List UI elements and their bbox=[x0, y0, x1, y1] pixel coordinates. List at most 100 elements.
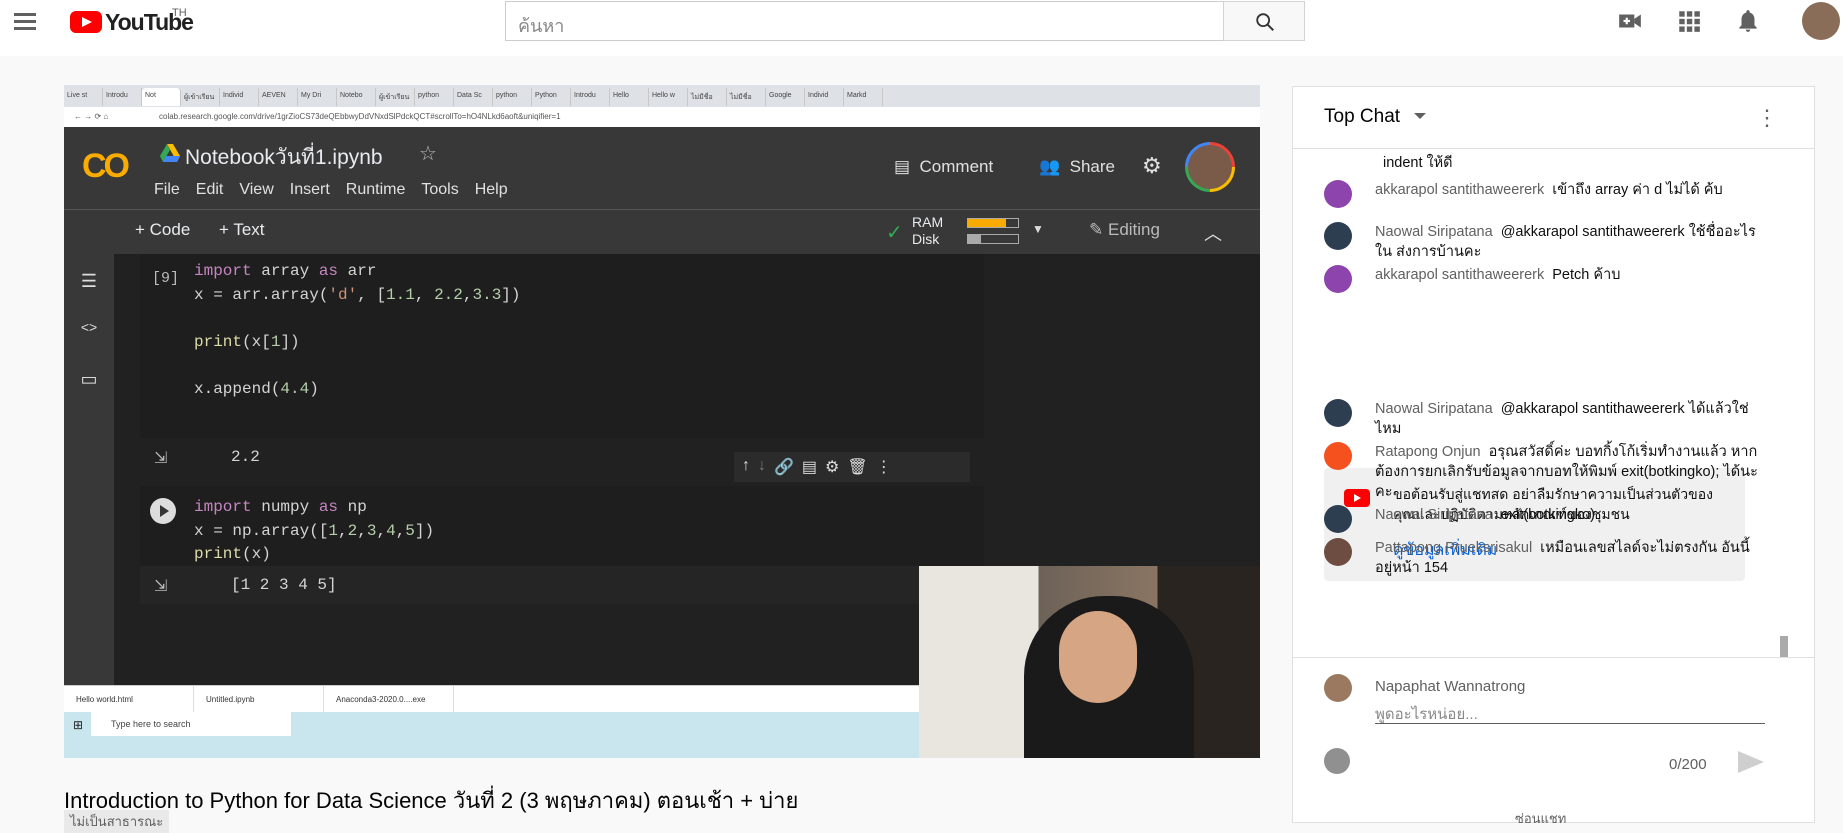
downloads-bar: Hello world.html Untitled.ipynb Anaconda3-… bbox=[64, 685, 919, 712]
chevron-down-icon[interactable] bbox=[1414, 113, 1426, 119]
code-cell-1[interactable]: [9] import array as arr x = arr.array('d… bbox=[140, 254, 984, 438]
hamburger-menu-icon[interactable] bbox=[12, 9, 38, 35]
browser-tab[interactable]: ผู้เข้าเรียน bbox=[376, 88, 415, 106]
comment-icon[interactable]: ▤ bbox=[802, 457, 817, 477]
cell-2-output: [1 2 3 4 5] bbox=[231, 576, 337, 594]
browser-tab[interactable]: python bbox=[493, 88, 532, 106]
code-cell-2[interactable]: import numpy as np x = np.array([1,2,3,4… bbox=[140, 486, 984, 566]
download-item[interactable]: Anaconda3-2020.0....exe bbox=[324, 686, 454, 712]
colab-header: CO Notebookวันที่1.ipynb ☆ File Edit View I… bbox=[64, 127, 1260, 209]
author-name[interactable]: Naowal Siripatana bbox=[1375, 507, 1493, 523]
collapse-header-icon[interactable]: ︿ bbox=[1204, 220, 1222, 246]
menu-item-tools[interactable]: Tools bbox=[421, 181, 458, 199]
browser-tab[interactable]: ไม่มีชื่อ bbox=[727, 88, 766, 106]
notifications-bell-icon[interactable] bbox=[1735, 8, 1761, 34]
download-item[interactable]: Untitled.ipynb bbox=[194, 686, 324, 712]
resources-dropdown-icon[interactable]: ▼ bbox=[1032, 222, 1044, 236]
author-name[interactable]: Ratapong Onjun bbox=[1375, 444, 1481, 460]
taskbar-search[interactable]: Type here to search bbox=[91, 712, 291, 736]
browser-tab[interactable]: Data Sc bbox=[454, 88, 493, 106]
author-name[interactable]: akkarapol santithaweererk bbox=[1375, 182, 1544, 198]
add-text-button[interactable]: + Text bbox=[219, 220, 265, 240]
browser-tab[interactable]: My Dri bbox=[298, 88, 337, 106]
settings-gear-icon[interactable]: ⚙ bbox=[1142, 153, 1162, 179]
move-down-icon[interactable]: ↓ bbox=[758, 457, 766, 477]
search-input[interactable]: ค้นหา bbox=[505, 1, 1224, 41]
browser-tab[interactable]: Notebo bbox=[337, 88, 376, 106]
link-icon[interactable]: 🔗 bbox=[774, 457, 794, 477]
search-button[interactable] bbox=[1223, 1, 1305, 41]
browser-tab[interactable]: Live st bbox=[64, 88, 103, 106]
chat-scrollbar[interactable] bbox=[1780, 636, 1788, 657]
browser-tab[interactable]: Hello w bbox=[649, 88, 688, 106]
create-video-icon[interactable] bbox=[1617, 8, 1643, 34]
emoji-icon[interactable] bbox=[1324, 748, 1350, 774]
browser-address-bar: ← → ⟳ ⌂ colab.research.google.com/drive/… bbox=[64, 107, 1260, 127]
author-name[interactable]: Naowal Siripatana bbox=[1375, 224, 1493, 240]
browser-nav-icons: ← → ⟳ ⌂ bbox=[74, 112, 109, 121]
colab-user-avatar[interactable] bbox=[1185, 142, 1235, 192]
author-avatar bbox=[1324, 153, 1352, 181]
browser-tab[interactable]: Markd bbox=[844, 88, 883, 106]
browser-tab[interactable]: Individ bbox=[805, 88, 844, 106]
run-cell-button[interactable] bbox=[150, 498, 176, 524]
browser-tab[interactable]: ไม่มีชื่อ bbox=[688, 88, 727, 106]
browser-tab[interactable]: Hello bbox=[610, 88, 649, 106]
chat-message: indent ให้ดี bbox=[1324, 153, 1764, 181]
editing-mode-button[interactable]: ✎ Editing bbox=[1089, 220, 1160, 240]
video-player[interactable]: Live st Introdu Not ผู้เข้าเรียน Individ AEVE… bbox=[64, 85, 1260, 758]
cell-2-code[interactable]: import numpy as np x = np.array([1,2,3,4… bbox=[194, 496, 434, 567]
share-button[interactable]: 👥 Share bbox=[1039, 157, 1115, 177]
country-code: TH bbox=[172, 7, 187, 19]
browser-tab[interactable]: python bbox=[415, 88, 454, 106]
pencil-icon: ✎ bbox=[1089, 220, 1104, 239]
apps-grid-icon[interactable] bbox=[1676, 8, 1702, 34]
ram-disk-indicator[interactable]: RAM Disk bbox=[912, 214, 943, 248]
comment-button[interactable]: ▤ Comment bbox=[894, 157, 993, 177]
more-vert-icon[interactable]: ⋮ bbox=[876, 457, 892, 477]
download-item[interactable]: Hello world.html bbox=[64, 686, 194, 712]
delete-icon[interactable]: 🗑 bbox=[847, 457, 867, 477]
send-icon[interactable] bbox=[1738, 751, 1764, 773]
menu-item-file[interactable]: File bbox=[154, 181, 180, 199]
windows-start-icon[interactable]: ⊞ bbox=[73, 718, 83, 732]
chat-input[interactable]: พูดอะไรหน่อย... bbox=[1375, 702, 1765, 724]
colab-toolbar: + Code + Text ✓ RAM Disk ▼ ✎ Editing ︿ bbox=[64, 209, 1260, 254]
user-avatar[interactable] bbox=[1802, 2, 1840, 40]
author-name[interactable]: akkarapol santithaweererk bbox=[1375, 267, 1544, 283]
code-snippets-icon[interactable]: <> bbox=[78, 319, 100, 339]
chat-message: akkarapol santithaweererk เข้าถึง array ค… bbox=[1324, 180, 1764, 208]
menu-item-insert[interactable]: Insert bbox=[290, 181, 330, 199]
browser-tab[interactable]: Python bbox=[532, 88, 571, 106]
author-name[interactable]: Naowal Siripatana bbox=[1375, 401, 1493, 417]
cell-1-code[interactable]: import array as arr x = arr.array('d', [… bbox=[194, 260, 521, 401]
browser-tab[interactable]: Introdu bbox=[103, 88, 142, 106]
author-name[interactable]: Pattapong Prueksrisakul bbox=[1375, 540, 1532, 556]
message-text: Petch ค้าบ bbox=[1552, 267, 1621, 283]
ram-label: RAM bbox=[912, 214, 944, 230]
live-chat: Top Chat ⋮ ขอต้อนรับสู่แชทสด อย่าลืมรักษ… bbox=[1292, 86, 1815, 826]
browser-tab[interactable]: Not bbox=[142, 88, 181, 106]
more-vert-icon[interactable]: ⋮ bbox=[1756, 105, 1778, 131]
star-icon[interactable]: ☆ bbox=[419, 141, 437, 166]
browser-tab[interactable]: Individ bbox=[220, 88, 259, 106]
browser-tab[interactable]: AEVEN bbox=[259, 88, 298, 106]
table-of-contents-icon[interactable]: ☰ bbox=[78, 271, 100, 291]
menu-item-runtime[interactable]: Runtime bbox=[346, 181, 406, 199]
execution-count: [9] bbox=[152, 270, 180, 287]
move-up-icon[interactable]: ↑ bbox=[742, 457, 750, 477]
editing-label: Editing bbox=[1107, 220, 1160, 239]
chat-mode-title[interactable]: Top Chat bbox=[1324, 106, 1400, 128]
files-folder-icon[interactable]: ▭ bbox=[78, 369, 100, 389]
menu-item-help[interactable]: Help bbox=[475, 181, 508, 199]
browser-tab[interactable]: ผู้เข้าเรียน bbox=[181, 88, 220, 106]
add-code-button[interactable]: + Code bbox=[135, 220, 190, 240]
notebook-title[interactable]: Notebookวันที่1.ipynb bbox=[185, 141, 383, 174]
browser-tab[interactable]: Introdu bbox=[571, 88, 610, 106]
menu-item-edit[interactable]: Edit bbox=[196, 181, 224, 199]
menu-item-view[interactable]: View bbox=[239, 181, 273, 199]
hide-chat-button[interactable]: ซ่อนแชท bbox=[1515, 808, 1566, 829]
settings-icon[interactable]: ⚙ bbox=[825, 457, 839, 477]
browser-tab[interactable]: Google bbox=[766, 88, 805, 106]
cell-toolbar: ↑ ↓ 🔗 ▤ ⚙ 🗑 ⋮ bbox=[734, 452, 970, 482]
